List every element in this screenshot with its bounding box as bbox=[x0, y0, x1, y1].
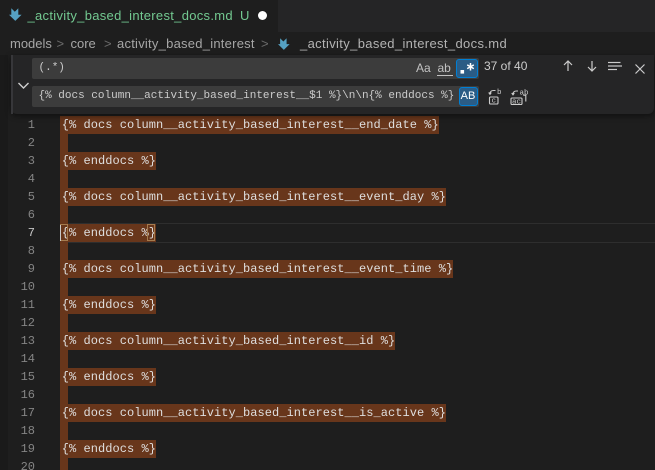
svg-text:ac: ac bbox=[512, 98, 521, 106]
svg-text:b: b bbox=[497, 89, 502, 97]
svg-text:ab: ab bbox=[520, 89, 529, 97]
svg-text:c: c bbox=[492, 97, 497, 105]
